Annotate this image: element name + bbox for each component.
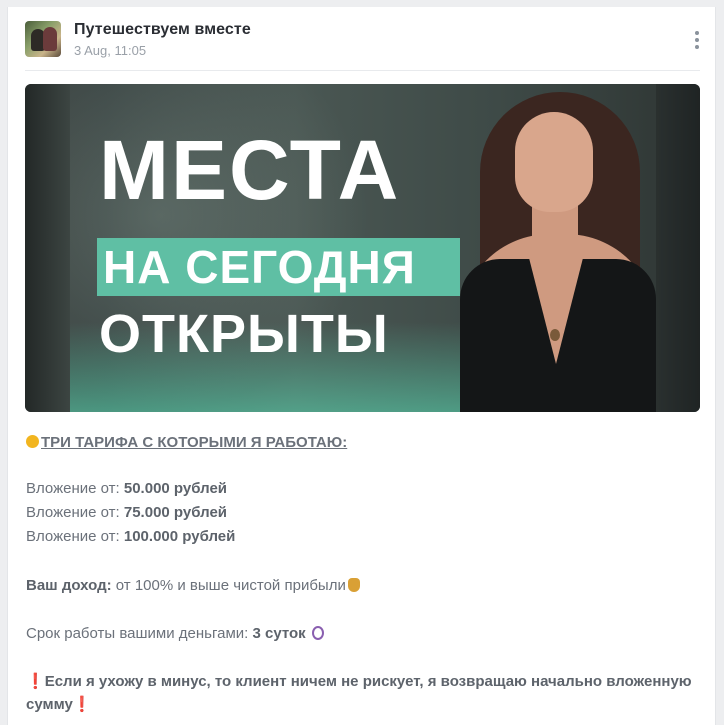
tariff-2: Вложение от: 75.000 рублей [26, 504, 228, 521]
post-date[interactable]: 3 Aug, 11:05 [74, 43, 146, 58]
term-line: Срок работы вашими деньгами: 3 суток [26, 625, 324, 642]
warning-line-1: ❗Если я ухожу в минус, то клиент ничем н… [26, 673, 692, 690]
banner-line1: МЕСТА [99, 123, 401, 217]
more-vertical-icon[interactable] [693, 31, 701, 51]
tariffs-heading: ТРИ ТАРИФА С КОТОРЫМИ Я РАБОТАЮ: [26, 434, 347, 451]
avatar[interactable] [25, 21, 61, 57]
tariff-1: Вложение от: 50.000 рублей [26, 480, 228, 497]
post-image[interactable]: МЕСТА НА СЕГОДНЯ ОТКРЫТЫ [25, 84, 700, 412]
header-divider [25, 70, 700, 71]
post-author[interactable]: Путешествуем вместе [74, 21, 251, 39]
money-bag-icon [347, 578, 360, 592]
coin-icon [26, 435, 39, 448]
warning-line-2: сумму❗ [26, 696, 92, 713]
income-line: Ваш доход: от 100% и выше чистой прибыли [26, 577, 360, 594]
tariff-3: Вложение от: 100.000 рублей [26, 528, 236, 545]
banner-line3: ОТКРЫТЫ [99, 304, 389, 364]
post-card: Путешествуем вместе 3 Aug, 11:05 МЕСТА Н… [7, 7, 716, 725]
stopwatch-icon [311, 626, 324, 640]
banner-line2: НА СЕГОДНЯ [103, 241, 416, 293]
exclamation-icon: ❗ [72, 696, 92, 713]
exclamation-icon: ❗ [26, 673, 45, 690]
post-header: Путешествуем вместе 3 Aug, 11:05 [8, 7, 715, 71]
